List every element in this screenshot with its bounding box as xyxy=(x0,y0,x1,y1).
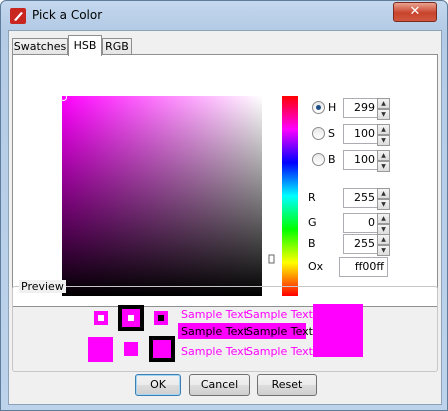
sample-text: Sample Text xyxy=(246,325,313,338)
r-spinner[interactable]: ▲ ▼ xyxy=(377,188,390,210)
tab-swatches[interactable]: Swatches xyxy=(12,38,68,55)
spin-up-icon[interactable]: ▲ xyxy=(377,188,390,199)
b-spinner[interactable]: ▲ ▼ xyxy=(377,150,390,172)
b-field[interactable]: 100 xyxy=(343,150,378,170)
preview-swatch xyxy=(154,311,168,325)
window-title: Pick a Color xyxy=(32,8,103,22)
sample-text: Sample Text xyxy=(246,345,313,358)
title-bar[interactable]: Pick a Color ✕ xyxy=(1,1,447,29)
spin-up-icon[interactable]: ▲ xyxy=(377,124,390,135)
r-label: R xyxy=(308,191,316,204)
dialog-content: Swatches HSB RGB H 299 ▲ ▼ S 100 ▲ ▼ B 1… xyxy=(8,30,442,405)
g-field[interactable]: 0 xyxy=(343,213,378,233)
preview-swatch xyxy=(88,337,113,362)
rgb-b-label: B xyxy=(308,237,316,250)
tab-rgb[interactable]: RGB xyxy=(102,38,132,55)
b-radio[interactable] xyxy=(312,153,325,166)
java-cup-icon xyxy=(10,8,26,24)
hue-slider[interactable] xyxy=(282,96,298,296)
spin-up-icon[interactable]: ▲ xyxy=(377,234,390,245)
sample-text: Sample Text xyxy=(246,308,313,321)
reset-button[interactable]: Reset xyxy=(257,374,317,396)
r-field[interactable]: 255 xyxy=(343,188,378,208)
preview-color-swatch xyxy=(313,304,363,357)
rgb-b-spinner[interactable]: ▲ ▼ xyxy=(377,234,390,256)
preview-legend: Preview xyxy=(19,280,66,293)
sample-text: Sample Text xyxy=(181,345,248,358)
s-field[interactable]: 100 xyxy=(343,124,378,144)
hex-field[interactable]: ff00ff xyxy=(339,257,388,277)
h-radio[interactable] xyxy=(312,101,325,114)
slider-arrow-icon[interactable] xyxy=(268,254,276,264)
h-field[interactable]: 299 xyxy=(343,98,378,118)
preview-swatch xyxy=(94,311,108,325)
spin-up-icon[interactable]: ▲ xyxy=(377,98,390,109)
tab-hsb[interactable]: HSB xyxy=(68,35,102,56)
cancel-button[interactable]: Cancel xyxy=(189,374,250,396)
s-spinner[interactable]: ▲ ▼ xyxy=(377,124,390,146)
g-spinner[interactable]: ▲ ▼ xyxy=(377,213,390,235)
spin-up-icon[interactable]: ▲ xyxy=(377,150,390,161)
hex-label: Ox xyxy=(308,260,324,273)
spin-down-icon[interactable]: ▼ xyxy=(377,245,390,256)
spin-down-icon[interactable]: ▼ xyxy=(377,161,390,172)
spin-down-icon[interactable]: ▼ xyxy=(377,135,390,146)
h-label: H xyxy=(328,101,337,114)
ok-button[interactable]: OK xyxy=(135,374,181,396)
g-label: G xyxy=(308,216,317,229)
s-radio[interactable] xyxy=(312,127,325,140)
spin-up-icon[interactable]: ▲ xyxy=(377,213,390,224)
saturation-brightness-field[interactable] xyxy=(62,96,262,296)
preview-swatch xyxy=(149,336,175,362)
color-picker-marker[interactable] xyxy=(60,94,67,101)
b-label: B xyxy=(328,153,336,166)
close-button[interactable]: ✕ xyxy=(393,2,437,22)
preview-swatch xyxy=(124,342,138,356)
sample-text: Sample Text xyxy=(181,325,248,338)
preview-swatch xyxy=(118,305,144,331)
color-chooser-window: Pick a Color ✕ Swatches HSB RGB H 299 ▲ … xyxy=(0,0,448,411)
spin-down-icon[interactable]: ▼ xyxy=(377,109,390,120)
hsb-panel: H 299 ▲ ▼ S 100 ▲ ▼ B 100 ▲ ▼ R 255 ▲ ▼ … xyxy=(12,54,438,307)
sample-text: Sample Text xyxy=(181,308,248,321)
s-label: S xyxy=(328,127,335,140)
h-spinner[interactable]: ▲ ▼ xyxy=(377,98,390,120)
spin-down-icon[interactable]: ▼ xyxy=(377,199,390,210)
rgb-b-field[interactable]: 255 xyxy=(343,234,378,254)
